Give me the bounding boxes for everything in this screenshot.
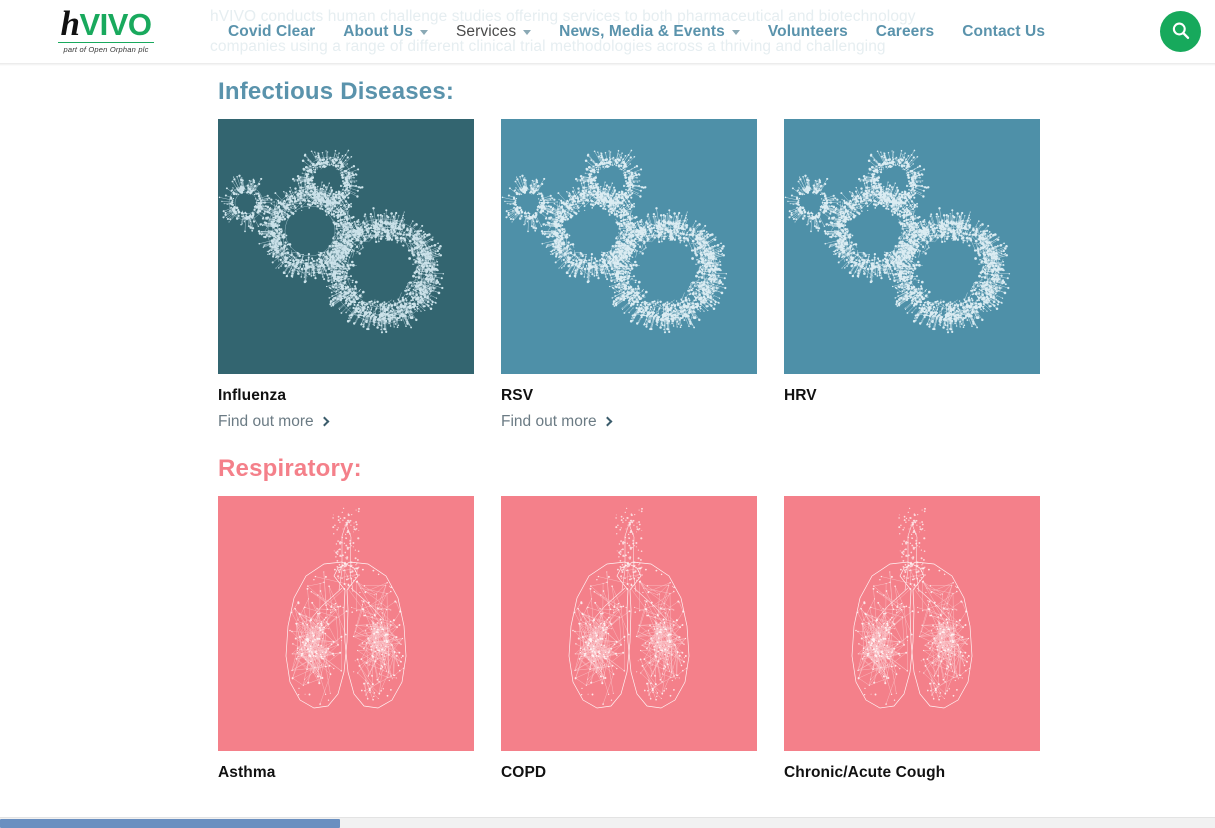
nav-label: Services [455,23,517,40]
nav-item-news-media-events[interactable]: News, Media & Events [545,0,754,64]
card-chronic-acute-cough: Chronic/Acute Cough [784,496,1040,782]
chevron-down-icon [419,29,428,35]
chevron-down-icon [731,29,740,35]
card-rsv: RSV Find out more [501,119,757,431]
card-title-influenza: Influenza [218,387,287,404]
nav-label: News, Media & Events [559,23,725,40]
lungs-illustration [568,507,690,709]
main-navigation: Covid Clear About Us Services News, Medi… [214,0,1059,64]
site-header: hVIVO part of Open Orphan plc Covid Clea… [0,0,1215,66]
find-out-more-label: Find out more [218,413,314,430]
section-heading-infectious-diseases: Infectious Diseases: [218,78,455,105]
header-shadow [0,63,1215,66]
chevron-down-icon [523,29,532,35]
logo-wordmark: hVIVO [46,4,166,43]
card-title-rsv: RSV [501,387,534,404]
horizontal-scrollbar-thumb[interactable] [0,819,340,828]
nav-label: About Us [343,23,413,40]
card-image-hrv[interactable] [784,119,1040,374]
nav-label: Volunteers [767,23,848,40]
chevron-right-icon [319,416,330,427]
card-image-copd[interactable] [501,496,757,751]
horizontal-scrollbar[interactable] [0,817,1215,828]
card-image-influenza[interactable] [218,119,474,374]
card-title-asthma: Asthma [218,764,276,781]
nav-label: Covid Clear [228,23,316,40]
card-title-hrv: HRV [784,387,817,404]
card-asthma: Asthma [218,496,474,782]
card-title-chronic-acute-cough: Chronic/Acute Cough [784,764,946,781]
card-row-infectious-diseases: Influenza Find out more RSV Find out mor… [218,119,1215,431]
lungs-illustration [851,507,973,709]
nav-item-careers[interactable]: Careers [862,0,948,64]
virus-illustration [218,149,445,334]
card-image-chronic-acute-cough[interactable] [784,496,1040,751]
search-icon [1172,22,1189,39]
chevron-right-icon [602,416,613,427]
lungs-illustration [285,507,407,709]
nav-label: Contact Us [962,23,1046,40]
card-title-copd: COPD [501,764,547,781]
card-hrv: HRV [784,119,1040,431]
card-copd: COPD [501,496,757,782]
nav-item-contact-us[interactable]: Contact Us [948,0,1059,64]
virus-illustration [784,149,1011,334]
nav-label: Careers [875,23,935,40]
logo-letter-h: h [60,4,80,43]
logo-text-vivo: VIVO [79,7,152,42]
virus-illustration [501,149,728,334]
find-out-more-link-rsv[interactable]: Find out more [501,413,613,431]
search-button[interactable] [1160,11,1201,52]
card-influenza: Influenza Find out more [218,119,474,431]
nav-item-covid-clear[interactable]: Covid Clear [214,0,329,64]
nav-item-services[interactable]: Services [442,0,545,64]
card-image-asthma[interactable] [218,496,474,751]
logo-tagline: part of Open Orphan plc [63,45,149,54]
section-heading-respiratory: Respiratory: [218,455,362,482]
page-content: Infectious Diseases: Influenza Find out … [0,64,1215,828]
card-row-respiratory: Asthma COPD Chronic/Acute Cough [218,496,1215,782]
site-logo[interactable]: hVIVO part of Open Orphan plc [46,4,166,57]
find-out-more-link-influenza[interactable]: Find out more [218,413,330,431]
nav-item-about-us[interactable]: About Us [329,0,442,64]
find-out-more-label: Find out more [501,413,597,430]
nav-item-volunteers[interactable]: Volunteers [754,0,862,64]
card-image-rsv[interactable] [501,119,757,374]
